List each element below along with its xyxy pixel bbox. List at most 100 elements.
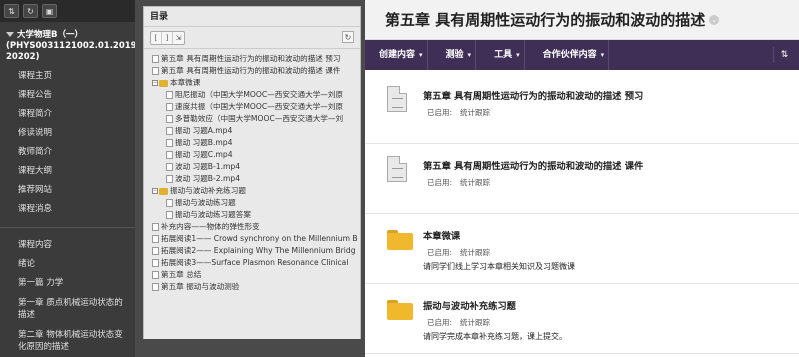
toc-item-row[interactable]: 振动 习题A.mp4 [144,125,360,137]
document-icon [166,163,173,171]
sidebar-nav-item[interactable]: 课程内容 [0,236,135,255]
toc-item-label: 拓展阅读1—— Crowd synchrony on the Millenniu… [161,234,358,243]
folder-icon [159,79,168,87]
sidebar-nav-item[interactable]: 第一篇 力学 [0,274,135,293]
meta-value[interactable]: 统计跟踪 [460,318,490,327]
toc-item-row[interactable]: 拓展阅读3——Surface Plasmon Resonance Clinica… [144,257,360,269]
sidebar-nav-item[interactable]: 教师简介 [0,143,135,162]
partner-content-label: 合作伙伴内容 [542,50,597,60]
collapse-all-icon[interactable]: ] [162,32,173,44]
reorder-icon[interactable]: ⇅ [773,47,789,63]
toc-item-label: 振动 习题A.mp4 [175,126,233,135]
toc-folder-row[interactable]: − 本章微课 [144,77,360,89]
chevron-down-icon: ▾ [419,51,423,59]
toc-title: 目录 [144,7,360,27]
sidebar-toolbar: ⇅ ↻ ▣ [0,0,135,22]
document-icon [166,127,173,135]
file-icon [387,86,407,112]
sidebar-divider [0,227,135,228]
toc-item-row[interactable]: 拓展阅读1—— Crowd synchrony on the Millenniu… [144,233,360,245]
sidebar-nav-item[interactable]: 第二章 物体机械运动状态变化原因的描述 [0,325,135,357]
folder-view-icon[interactable]: ▣ [42,4,57,18]
meta-value[interactable]: 统计跟踪 [460,248,490,257]
meta-label: 已启用: [427,178,453,187]
toc-item-row[interactable]: 拓展阅读2—— Explaining Why The Millennium Br… [144,245,360,257]
toc-item-label: 拓展阅读2—— Explaining Why The Millennium Br… [161,246,356,255]
chevron-down-icon: ▾ [467,51,472,59]
collapse-toggle-icon[interactable]: − [152,80,158,86]
toc-item-row[interactable]: 第五章 具有周期性运动行为的振动和波动的描述 课件 [144,65,360,77]
content-item-title[interactable]: 第五章 具有周期性运动行为的振动和波动的描述 预习 [423,88,643,102]
toc-item-row[interactable]: 阻尼振动（中国大学MOOC—西安交通大学—刘原 [144,89,360,101]
content-item-meta: 已启用: 统计跟踪 [427,177,490,188]
title-menu-chevron-icon[interactable]: ⌄ [709,14,720,25]
sidebar-nav-item[interactable]: 第一章 质点机械运动状态的描述 [0,293,135,325]
content-item: 振动与波动补充练习题 已启用: 统计跟踪 请同学完成本章补充练习题，课上提交。 [365,284,799,354]
toggle-icon[interactable]: ⇲ [173,32,184,44]
toc-item-row[interactable]: 振动 习题B.mp4 [144,137,360,149]
sidebar-nav-item[interactable]: 课程公告 [0,86,135,105]
file-icon [387,156,407,182]
meta-value[interactable]: 统计跟踪 [460,178,490,187]
meta-value[interactable]: 统计跟踪 [460,108,490,117]
content-item-title[interactable]: 第五章 具有周期性运动行为的振动和波动的描述 课件 [423,158,643,172]
toc-item-row[interactable]: 波动 习题B-1.mp4 [144,161,360,173]
toc-folder-row[interactable]: − 振动与波动补充练习题 [144,185,360,197]
toc-item-row[interactable]: 多普勒效应（中国大学MOOC—西安交通大学—刘 [144,113,360,125]
toc-item-row[interactable]: 速度共振（中国大学MOOC—西安交通大学—刘原 [144,101,360,113]
collapse-caret-icon[interactable] [6,32,14,37]
sort-icon[interactable]: ⇅ [4,4,19,18]
document-icon [166,139,173,147]
toc-item-row[interactable]: 振动与波动练习题 [144,197,360,209]
meta-label: 已启用: [427,108,453,117]
course-title[interactable]: 大学物理B（一）(PHYS0031121002.01.2019-20202) [0,22,135,67]
toc-item-label: 补充内容——物体的弹性形变 [161,222,260,231]
create-content-menu[interactable]: 创建内容 ▾ [375,40,428,70]
folder-icon [387,226,413,250]
toc-item-label: 振动与波动练习题 [175,198,236,207]
sidebar-nav-item[interactable]: 绪论 [0,255,135,274]
content-item-title[interactable]: 振动与波动补充练习题 [423,298,516,312]
toc-item-row[interactable]: 振动 习题C.mp4 [144,149,360,161]
page-title: 第五章 具有周期性运动行为的振动和波动的描述 [385,11,706,29]
toc-item-row[interactable]: 第五章 总结 [144,269,360,281]
content-header: 第五章 具有周期性运动行为的振动和波动的描述 ⌄ [365,0,799,40]
content-item-title[interactable]: 本章微课 [423,228,460,242]
toc-item-label: 第五章 振动与波动测验 [161,282,240,291]
sidebar-nav-item[interactable]: 课程消息 [0,200,135,219]
expand-all-icon[interactable]: [ [151,32,162,44]
toc-panel: 目录 [ ] ⇲ ↻ 第五章 具有周期性运动行为的振动和波动的描述 预习 第五章 … [135,0,365,357]
toc-view-group: [ ] ⇲ [150,31,185,45]
toc-list: 第五章 具有周期性运动行为的振动和波动的描述 预习 第五章 具有周期性运动行为的振… [144,49,360,293]
toc-item-label: 振动 习题C.mp4 [175,150,233,159]
toc-item-row[interactable]: 第五章 振动与波动测验 [144,281,360,293]
folder-icon [387,296,413,320]
partner-content-menu[interactable]: 合作伙伴内容 ▾ [539,40,610,70]
document-icon [152,271,159,279]
tools-menu[interactable]: 工具 ▾ [490,40,525,70]
toc-item-row[interactable]: 波动 习题B-2.mp4 [144,173,360,185]
sidebar-nav-item[interactable]: 课程大纲 [0,162,135,181]
toc-item-label: 振动与波动补充练习题 [170,186,246,195]
sidebar-nav-item[interactable]: 推荐网站 [0,181,135,200]
sidebar-nav-item[interactable]: 修读说明 [0,124,135,143]
toc-item-row[interactable]: 振动与波动练习题答案 [144,209,360,221]
toc-item-row[interactable]: 第五章 具有周期性运动行为的振动和波动的描述 预习 [144,53,360,65]
toc-item-label: 波动 习题B-1.mp4 [175,162,241,171]
refresh-icon[interactable]: ↻ [23,4,38,18]
document-icon [152,67,159,75]
sidebar-nav-item[interactable]: 课程简介 [0,105,135,124]
toc-box: 目录 [ ] ⇲ ↻ 第五章 具有周期性运动行为的振动和波动的描述 预习 第五章 … [143,6,361,346]
toc-item-row[interactable]: 补充内容——物体的弹性形变 [144,221,360,233]
toc-refresh-icon[interactable]: ↻ [342,31,354,43]
collapse-toggle-icon[interactable]: − [152,188,158,194]
document-icon [166,151,173,159]
document-icon [152,259,159,267]
sidebar-nav-item[interactable]: 课程主页 [0,67,135,86]
document-icon [152,247,159,255]
toc-item-label: 第五章 具有周期性运动行为的振动和波动的描述 课件 [161,66,341,75]
quiz-menu[interactable]: 测验 ▾ [442,40,477,70]
toc-item-label: 第五章 总结 [161,270,202,279]
content-item-description: 请同学完成本章补充练习题，课上提交。 [423,332,567,341]
content-item: 第五章 具有周期性运动行为的振动和波动的描述 预习已启用: 统计跟踪 [365,74,799,144]
